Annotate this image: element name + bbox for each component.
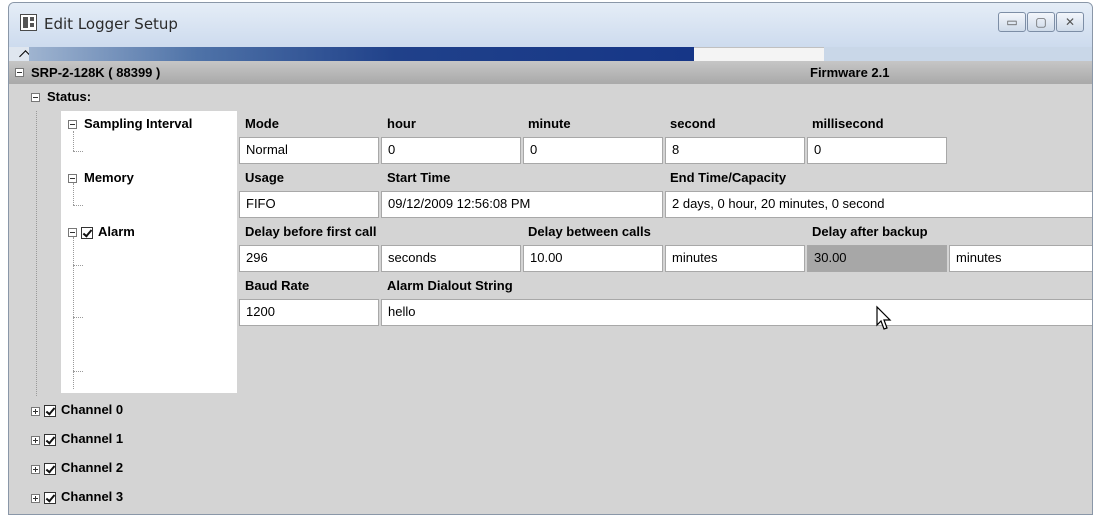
- tree-line: [73, 237, 74, 389]
- dialout-string-field[interactable]: hello: [381, 299, 1092, 326]
- collapse-arrow-icon[interactable]: [9, 47, 29, 61]
- collapse-device-icon[interactable]: [15, 68, 24, 77]
- sampling-interval-label: Sampling Interval: [84, 116, 193, 131]
- delay-between-calls-header: Delay between calls: [528, 224, 651, 239]
- usage-header: Usage: [245, 170, 285, 185]
- minute-header: minute: [528, 116, 571, 131]
- millisecond-header: millisecond: [812, 116, 884, 131]
- start-time-header: Start Time: [387, 170, 451, 185]
- minimize-icon: ▭: [1006, 15, 1018, 29]
- hour-field[interactable]: 0: [381, 137, 521, 164]
- collapse-status-icon[interactable]: [31, 93, 40, 102]
- expand-channel-3-icon[interactable]: [31, 494, 40, 503]
- hour-header: hour: [387, 116, 416, 131]
- tree-line: [73, 183, 74, 205]
- dialout-string-header: Alarm Dialout String: [387, 278, 513, 293]
- sampling-header-row: Mode hour minute second millisecond: [237, 111, 1092, 136]
- channel-2-checkbox[interactable]: [44, 463, 56, 475]
- maximize-icon: ▢: [1035, 15, 1047, 29]
- delay-after-backup-field[interactable]: 30.00: [807, 245, 947, 272]
- alarm-checkbox[interactable]: [81, 227, 93, 239]
- baud-rate-header: Baud Rate: [245, 278, 310, 293]
- end-time-capacity-field[interactable]: 2 days, 0 hour, 20 minutes, 0 second: [665, 191, 1092, 218]
- close-button[interactable]: ✕: [1056, 12, 1084, 32]
- baud-rate-field[interactable]: 1200: [239, 299, 379, 326]
- delay-after-backup-unit: minutes: [949, 245, 1092, 272]
- delay-after-backup-header: Delay after backup: [812, 224, 928, 239]
- channel-3-label[interactable]: Channel 3: [61, 489, 123, 504]
- expand-channel-1-icon[interactable]: [31, 436, 40, 445]
- status-tree-panel: [61, 111, 237, 393]
- usage-field[interactable]: FIFO: [239, 191, 379, 218]
- second-field[interactable]: 8: [665, 137, 805, 164]
- maximize-button[interactable]: ▢: [1027, 12, 1055, 32]
- device-name: SRP-2-128K ( 88399 ): [31, 65, 161, 80]
- channel-2-label[interactable]: Channel 2: [61, 460, 123, 475]
- memory-label: Memory: [84, 170, 134, 185]
- millisecond-field[interactable]: 0: [807, 137, 947, 164]
- mouse-pointer-icon: [876, 305, 892, 330]
- tree-line: [73, 317, 83, 318]
- memory-header-row: Usage Start Time End Time/Capacity: [237, 165, 1092, 190]
- minute-field[interactable]: 0: [523, 137, 663, 164]
- delay-between-calls-unit: minutes: [665, 245, 805, 272]
- tree-line: [73, 151, 83, 152]
- alarm-header-row-2: Baud Rate Alarm Dialout String: [237, 273, 1092, 298]
- firmware-label: Firmware 2.1: [810, 65, 890, 80]
- status-label: Status:: [47, 89, 92, 104]
- tree-line: [73, 265, 83, 266]
- tree-line: [73, 205, 83, 206]
- window-title: Edit Logger Setup: [44, 15, 178, 33]
- delay-first-call-unit: seconds: [381, 245, 521, 272]
- title-bar[interactable]: Edit Logger Setup ▭ ▢ ✕: [9, 3, 1092, 47]
- tree-line: [73, 371, 83, 372]
- tree-line: [36, 111, 37, 396]
- edit-logger-setup-window: Edit Logger Setup ▭ ▢ ✕ SRP-2-128K ( 883…: [8, 2, 1093, 515]
- collapse-sampling-icon[interactable]: [68, 120, 77, 129]
- collapse-memory-icon[interactable]: [68, 174, 77, 183]
- alarm-label: Alarm: [98, 224, 135, 239]
- channel-3-checkbox[interactable]: [44, 492, 56, 504]
- delay-between-calls-field[interactable]: 10.00: [523, 245, 663, 272]
- expand-channel-0-icon[interactable]: [31, 407, 40, 416]
- second-header: second: [670, 116, 716, 131]
- alarm-header-row: Delay before first call Delay between ca…: [237, 219, 1092, 244]
- minimize-button[interactable]: ▭: [998, 12, 1026, 32]
- expand-channel-2-icon[interactable]: [31, 465, 40, 474]
- start-time-field[interactable]: 09/12/2009 12:56:08 PM: [381, 191, 663, 218]
- mode-header: Mode: [245, 116, 279, 131]
- collapse-alarm-icon[interactable]: [68, 228, 77, 237]
- delay-first-call-field[interactable]: 296: [239, 245, 379, 272]
- channel-1-label[interactable]: Channel 1: [61, 431, 123, 446]
- channel-0-label[interactable]: Channel 0: [61, 402, 123, 417]
- property-grid: SRP-2-128K ( 88399 ) Firmware 2.1 Status…: [9, 61, 1092, 514]
- window-controls: ▭ ▢ ✕: [997, 12, 1084, 32]
- channel-1-checkbox[interactable]: [44, 434, 56, 446]
- tree-line: [73, 131, 74, 151]
- device-header-row: SRP-2-128K ( 88399 ) Firmware 2.1: [9, 61, 1092, 84]
- end-time-header: End Time/Capacity: [670, 170, 787, 185]
- mode-field[interactable]: Normal: [239, 137, 379, 164]
- progress-strip: [29, 47, 694, 61]
- toolstrip-tab: [694, 47, 824, 61]
- channel-0-checkbox[interactable]: [44, 405, 56, 417]
- app-icon: [20, 14, 37, 31]
- delay-first-call-header: Delay before first call: [245, 224, 377, 239]
- close-icon: ✕: [1064, 15, 1076, 29]
